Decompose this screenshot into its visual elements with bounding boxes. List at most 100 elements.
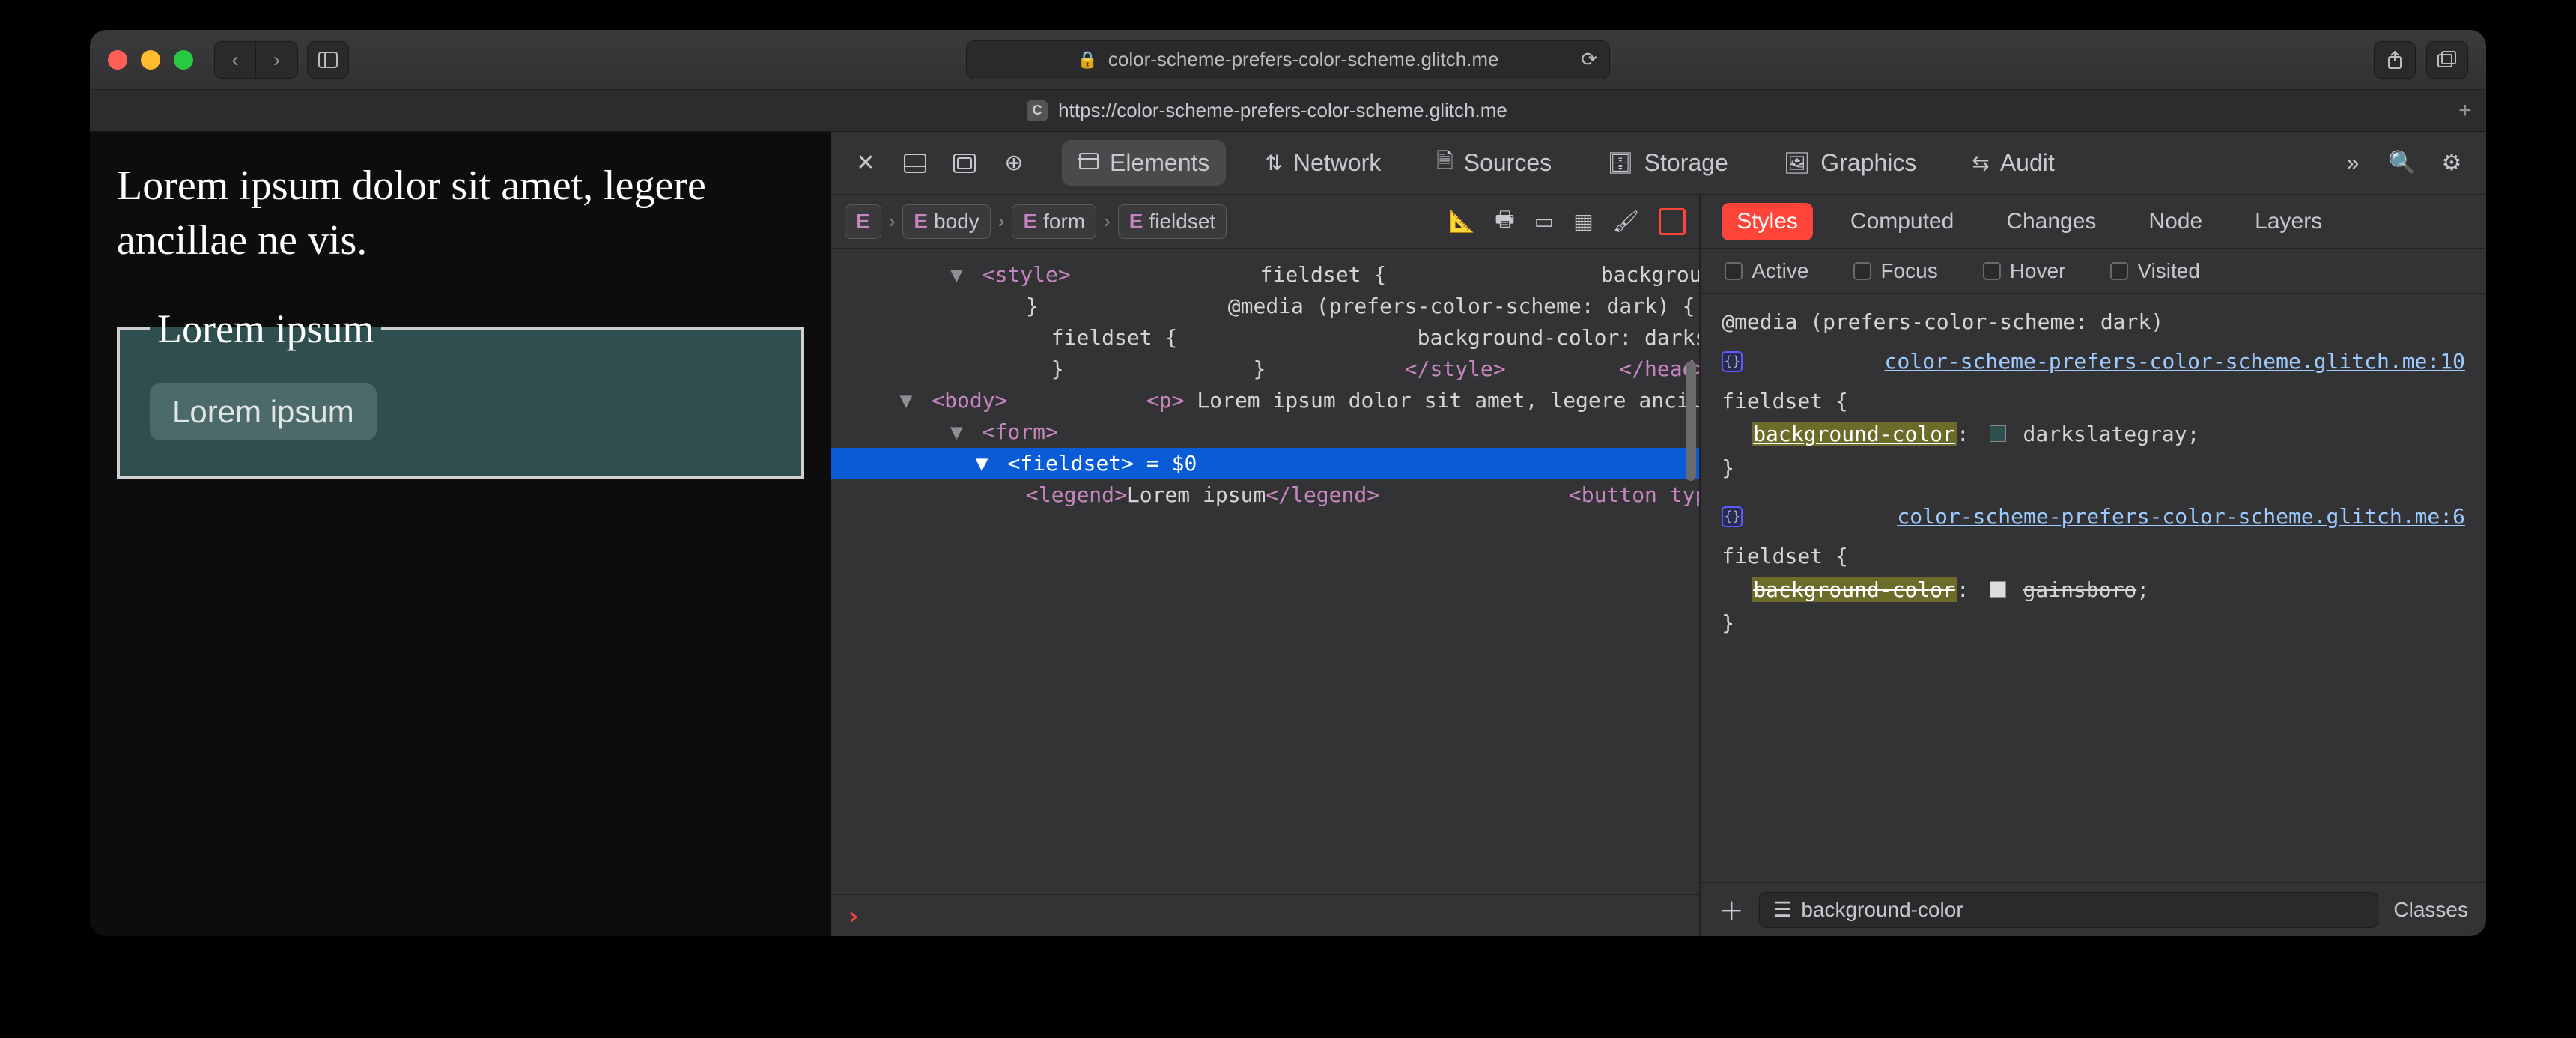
ruler-icon[interactable]: 📐: [1449, 209, 1475, 234]
classes-button[interactable]: Classes: [2393, 898, 2468, 922]
new-tab-button[interactable]: +: [2444, 98, 2486, 124]
devtools-body: E › Ebody › Eform › Efieldset 📐 🖶 ▭ ▦ 🖌: [831, 195, 2486, 936]
dock-bottom-icon[interactable]: [899, 147, 932, 180]
styles-tabs: Styles Computed Changes Node Layers: [1701, 195, 2486, 249]
share-button[interactable]: [2374, 41, 2416, 79]
print-icon[interactable]: 🖶: [1495, 204, 1514, 240]
tab-network-label: Network: [1293, 149, 1381, 177]
page-fieldset: Lorem ipsum Lorem ipsum: [117, 306, 804, 479]
breadcrumb-root[interactable]: E: [845, 204, 881, 239]
forward-button[interactable]: ›: [256, 41, 298, 79]
pseudo-visited[interactable]: Visited: [2110, 259, 2200, 283]
tab-audit-label: Audit: [2000, 149, 2055, 177]
browser-tab[interactable]: C https://color-scheme-prefers-color-sch…: [90, 99, 2444, 122]
tab-sources-label: Sources: [1464, 149, 1552, 177]
graphics-icon: 🖼: [1784, 151, 1811, 175]
styles-tab-computed[interactable]: Computed: [1835, 203, 1969, 240]
pseudo-active[interactable]: Active: [1725, 259, 1808, 283]
rule-source-1: {} color-scheme-prefers-color-scheme.gli…: [1722, 345, 2465, 379]
zoom-window-button[interactable]: [174, 50, 193, 70]
devtools-toolbar: ✕ ⊕ Elements ⇅ Network 🗎 Sources: [831, 132, 2486, 195]
breadcrumb-fieldset[interactable]: Efieldset: [1118, 204, 1227, 239]
storage-icon: 🗄: [1607, 151, 1634, 175]
dom-selected-node[interactable]: ▼ <fieldset> = $0: [831, 448, 1699, 479]
window-controls: [108, 50, 193, 70]
swatch-gainsboro[interactable]: [1990, 581, 2006, 598]
styles-tab-changes[interactable]: Changes: [1991, 203, 2111, 240]
back-button[interactable]: ‹: [214, 41, 256, 79]
devtools-tabs: Elements ⇅ Network 🗎 Sources 🗄 Storage: [1062, 136, 2071, 190]
tab-audit[interactable]: ⇆ Audit: [1955, 140, 2071, 186]
layout-toggle-icon[interactable]: [1659, 208, 1686, 235]
tabs-overview-button[interactable]: [2426, 41, 2468, 79]
media-query-label: @media (prefers-color-scheme: dark): [1722, 306, 2465, 339]
styles-filter-input[interactable]: ☰ background-color: [1759, 892, 2378, 928]
page-legend: Lorem ipsum: [150, 306, 381, 352]
close-window-button[interactable]: [108, 50, 127, 70]
tab-title: https://color-scheme-prefers-color-schem…: [1058, 99, 1507, 122]
tab-elements[interactable]: Elements: [1062, 140, 1226, 186]
source-link-2[interactable]: color-scheme-prefers-color-scheme.glitch…: [1897, 500, 2465, 534]
tab-graphics-label: Graphics: [1820, 149, 1916, 177]
settings-icon[interactable]: ⚙: [2435, 147, 2468, 180]
pseudo-toggles: Active Focus Hover Visited: [1701, 249, 2486, 294]
swatch-darkslategray[interactable]: [1990, 425, 2006, 442]
rule-source-2: {} color-scheme-prefers-color-scheme.gli…: [1722, 500, 2465, 534]
console-prompt[interactable]: ›: [831, 894, 1699, 936]
tab-bar: C https://color-scheme-prefers-color-sch…: [90, 90, 2486, 132]
rule2-prop[interactable]: background-color: gainsboro;: [1722, 574, 2465, 607]
tab-elements-label: Elements: [1110, 149, 1209, 177]
url-text: color-scheme-prefers-color-scheme.glitch…: [1108, 48, 1499, 71]
audit-icon: ⇆: [1972, 151, 1989, 175]
style-rules[interactable]: @media (prefers-color-scheme: dark) {} c…: [1701, 294, 2486, 882]
styles-footer: ＋ ☰ background-color Classes: [1701, 882, 2486, 936]
dom-scrollbar[interactable]: [1686, 361, 1696, 481]
device-icon[interactable]: ▭: [1534, 209, 1554, 234]
sidebar-toggle-button[interactable]: [307, 41, 349, 79]
elements-panel: E › Ebody › Eform › Efieldset 📐 🖶 ▭ ▦ 🖌: [831, 195, 1701, 936]
pseudo-focus[interactable]: Focus: [1853, 259, 1937, 283]
tab-network[interactable]: ⇅ Network: [1248, 140, 1397, 186]
close-devtools-icon[interactable]: ✕: [849, 147, 882, 180]
tab-storage-label: Storage: [1644, 149, 1728, 177]
network-icon: ⇅: [1265, 151, 1282, 175]
styles-tab-node[interactable]: Node: [2133, 203, 2217, 240]
breadcrumb-form[interactable]: Eform: [1012, 204, 1096, 239]
titlebar: ‹ › 🔒 color-scheme-prefers-color-scheme.…: [90, 30, 2486, 90]
pseudo-hover[interactable]: Hover: [1983, 259, 2066, 283]
elements-icon: [1078, 151, 1099, 175]
rule1-prop[interactable]: background-color: darkslategray;: [1722, 418, 2465, 452]
page-paragraph: Lorem ipsum dolor sit amet, legere ancil…: [117, 159, 804, 268]
tab-sources[interactable]: 🗎 Sources: [1420, 136, 1568, 190]
content-area: Lorem ipsum dolor sit amet, legere ancil…: [90, 132, 2486, 936]
styles-panel: Styles Computed Changes Node Layers Acti…: [1701, 195, 2486, 936]
target-icon[interactable]: ⊕: [997, 147, 1030, 180]
nav-buttons: ‹ ›: [214, 41, 298, 79]
breadcrumb-body[interactable]: Ebody: [902, 204, 990, 239]
reload-icon[interactable]: ⟳: [1581, 48, 1597, 71]
filter-icon: ☰: [1773, 897, 1792, 922]
styles-tab-layers[interactable]: Layers: [2240, 203, 2337, 240]
rendered-page: Lorem ipsum dolor sit amet, legere ancil…: [90, 132, 831, 936]
overflow-icon[interactable]: »: [2336, 147, 2369, 180]
add-rule-button[interactable]: ＋: [1719, 891, 1744, 928]
paint-icon[interactable]: 🖌: [1613, 209, 1640, 234]
search-icon[interactable]: 🔍: [2386, 147, 2419, 180]
dom-breadcrumb: E › Ebody › Eform › Efieldset 📐 🖶 ▭ ▦ 🖌: [831, 195, 1699, 249]
braces-icon[interactable]: {}: [1722, 351, 1743, 372]
braces-icon[interactable]: {}: [1722, 506, 1743, 527]
grid-icon[interactable]: ▦: [1573, 209, 1593, 234]
lock-icon: 🔒: [1077, 50, 1097, 70]
tab-graphics[interactable]: 🖼 Graphics: [1767, 140, 1933, 186]
favicon-icon: C: [1027, 100, 1048, 121]
styles-tab-styles[interactable]: Styles: [1722, 203, 1813, 240]
sources-icon: 🗎: [1436, 145, 1453, 181]
dom-tree[interactable]: ▼ <style> fieldset { background-color: g…: [831, 249, 1699, 894]
page-button[interactable]: Lorem ipsum: [150, 383, 377, 440]
devtools: ✕ ⊕ Elements ⇅ Network 🗎 Sources: [831, 132, 2486, 936]
dock-side-icon[interactable]: [948, 147, 981, 180]
source-link-1[interactable]: color-scheme-prefers-color-scheme.glitch…: [1885, 345, 2465, 379]
address-bar[interactable]: 🔒 color-scheme-prefers-color-scheme.glit…: [966, 40, 1610, 79]
tab-storage[interactable]: 🗄 Storage: [1591, 140, 1745, 186]
minimize-window-button[interactable]: [141, 50, 160, 70]
